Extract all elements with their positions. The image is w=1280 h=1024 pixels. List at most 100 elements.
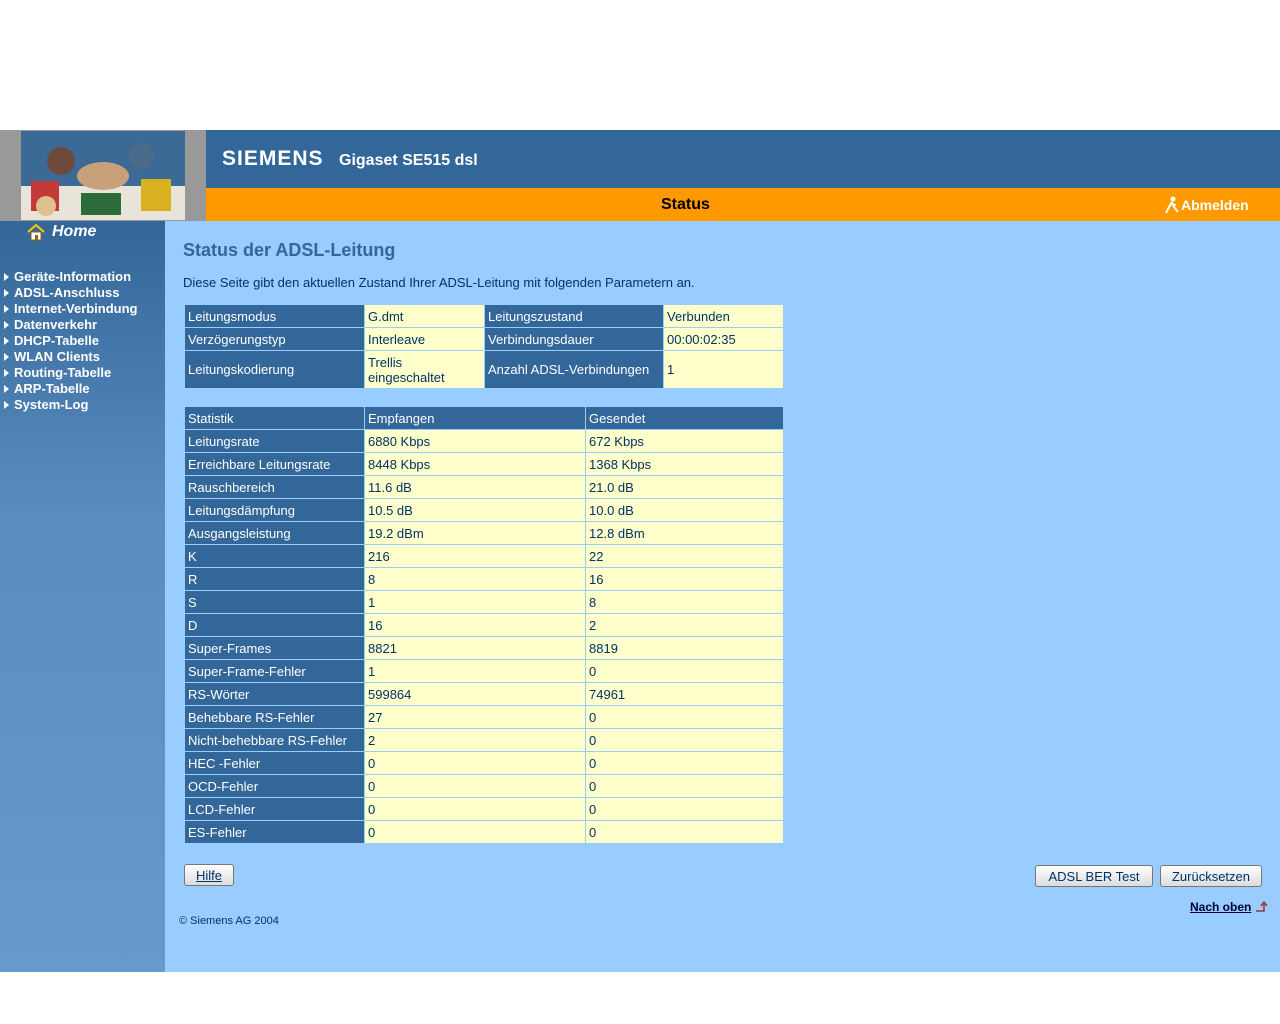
sidebar-item-internet-verbindung[interactable]: Internet-Verbindung [4, 301, 138, 317]
column-header: Statistik [184, 406, 365, 430]
table-cell: R [184, 567, 365, 591]
table-header-row: Statistik Empfangen Gesendet [184, 406, 784, 430]
table-cell: HEC -Fehler [184, 751, 365, 775]
home-link[interactable]: Home [26, 223, 96, 241]
table-cell: Anzahl ADSL-Verbindungen [484, 350, 664, 389]
back-to-top-link[interactable]: Nach oben [1190, 900, 1269, 914]
page-title: Status der ADSL-Leitung [183, 240, 396, 260]
table-row: Behebbare RS-Fehler 27 0 [184, 705, 784, 729]
table-cell: Interleave [364, 327, 485, 351]
table-cell: 10.0 dB [585, 498, 784, 522]
column-header: Empfangen [364, 406, 586, 430]
table-cell: Super-Frame-Fehler [184, 659, 365, 683]
sidebar-item-label: WLAN Clients [14, 349, 100, 364]
table-cell: 11.6 dB [364, 475, 586, 499]
table-cell: Verbunden [663, 304, 784, 328]
sidebar-item-wlan-clients[interactable]: WLAN Clients [4, 349, 138, 365]
table-row: Leitungsmodus G.dmt Leitungszustand Verb… [184, 304, 784, 328]
arrow-right-icon [4, 273, 9, 281]
table-row: ES-Fehler 0 0 [184, 820, 784, 844]
table-cell: 0 [364, 774, 586, 798]
table-cell: Behebbare RS-Fehler [184, 705, 365, 729]
copyright: © Siemens AG 2004 [179, 915, 279, 927]
table-cell: OCD-Fehler [184, 774, 365, 798]
table-cell: 0 [364, 751, 586, 775]
table-cell: 8819 [585, 636, 784, 660]
table-cell: 8821 [364, 636, 586, 660]
table-cell: Verzögerungstyp [184, 327, 365, 351]
table-row: D 16 2 [184, 613, 784, 637]
table-cell: Verbindungsdauer [484, 327, 664, 351]
sidebar-item-geraete-information[interactable]: Geräte-Information [4, 269, 138, 285]
sidebar-item-arp-tabelle[interactable]: ARP-Tabelle [4, 381, 138, 397]
table-row: LCD-Fehler 0 0 [184, 797, 784, 821]
table-cell: 6880 Kbps [364, 429, 586, 453]
table-cell: K [184, 544, 365, 568]
logout-link[interactable]: Abmelden [1165, 196, 1249, 214]
product-name: Gigaset SE515 dsl [339, 152, 478, 169]
status-bar [206, 188, 1280, 221]
arrow-right-icon [4, 369, 9, 377]
table-row: Erreichbare Leitungsrate 8448 Kbps 1368 Kb… [184, 452, 784, 476]
arrow-right-icon [4, 337, 9, 345]
sidebar-item-label: Geräte-Information [14, 269, 132, 284]
table-cell: 0 [585, 774, 784, 798]
table-cell: 16 [364, 613, 586, 637]
table-cell: 0 [585, 659, 784, 683]
arrow-right-icon [4, 321, 9, 329]
table-cell: ES-Fehler [184, 820, 365, 844]
table-row: Nicht-behebbare RS-Fehler 2 0 [184, 728, 784, 752]
table-cell: 1 [364, 590, 586, 614]
table-row: RS-Wörter 599864 74961 [184, 682, 784, 706]
table-cell: RS-Wörter [184, 682, 365, 706]
table-row: K 216 22 [184, 544, 784, 568]
table-cell: 2 [364, 728, 586, 752]
arrow-right-icon [4, 353, 9, 361]
logout-icon [1165, 196, 1179, 214]
table-cell: Leitungsdämpfung [184, 498, 365, 522]
reset-button[interactable]: Zurücksetzen [1160, 865, 1262, 887]
sidebar-item-routing-tabelle[interactable]: Routing-Tabelle [4, 365, 138, 381]
table-row: Leitungsrate 6880 Kbps 672 Kbps [184, 429, 784, 453]
sidebar-item-datenverkehr[interactable]: Datenverkehr [4, 317, 138, 333]
sidebar-item-label: System-Log [14, 397, 89, 412]
sidebar-item-adsl-anschluss[interactable]: ADSL-Anschluss [4, 285, 138, 301]
table-cell: 216 [364, 544, 586, 568]
table-row: Ausgangsleistung 19.2 dBm 12.8 dBm [184, 521, 784, 545]
table-cell: 27 [364, 705, 586, 729]
table-cell: D [184, 613, 365, 637]
table-cell: Super-Frames [184, 636, 365, 660]
table-row: Leitungskodierung Trellis eingeschaltet … [184, 350, 784, 389]
table-cell: 10.5 dB [364, 498, 586, 522]
page-description: Diese Seite gibt den aktuellen Zustand I… [183, 275, 695, 290]
table-cell: Ausgangsleistung [184, 521, 365, 545]
line-info-table: Leitungsmodus G.dmt Leitungszustand Verb… [184, 304, 784, 389]
table-row: HEC -Fehler 0 0 [184, 751, 784, 775]
table-cell: 0 [364, 797, 586, 821]
table-row: Super-Frames 8821 8819 [184, 636, 784, 660]
table-cell: 1368 Kbps [585, 452, 784, 476]
sidebar-item-system-log[interactable]: System-Log [4, 397, 138, 413]
sidebar-item-label: Routing-Tabelle [14, 365, 112, 380]
table-cell: 00:00:02:35 [663, 327, 784, 351]
table-cell: 19.2 dBm [364, 521, 586, 545]
table-cell: LCD-Fehler [184, 797, 365, 821]
table-cell: 8 [585, 590, 784, 614]
table-row: S18 [184, 590, 784, 614]
table-row: R 8 16 [184, 567, 784, 591]
table-cell: 1 [663, 350, 784, 389]
arrow-right-icon [4, 385, 9, 393]
table-row: Leitungsdämpfung 10.5 dB 10.0 dB [184, 498, 784, 522]
table-cell: 672 Kbps [585, 429, 784, 453]
arrow-right-icon [4, 401, 9, 409]
brand-logo: SIEMENS [222, 147, 324, 170]
sidebar-item-dhcp-tabelle[interactable]: DHCP-Tabelle [4, 333, 138, 349]
table-cell: Trellis eingeschaltet [364, 350, 485, 389]
back-to-top-label: Nach oben [1190, 900, 1252, 914]
help-button[interactable]: Hilfe [184, 864, 234, 886]
table-cell: Leitungsmodus [184, 304, 365, 328]
sidebar-nav: Geräte-Information ADSL-Anschluss Intern… [4, 269, 138, 413]
table-cell: Leitungsrate [184, 429, 365, 453]
table-cell: Rauschbereich [184, 475, 365, 499]
adsl-ber-test-button[interactable]: ADSL BER Test [1035, 865, 1153, 887]
